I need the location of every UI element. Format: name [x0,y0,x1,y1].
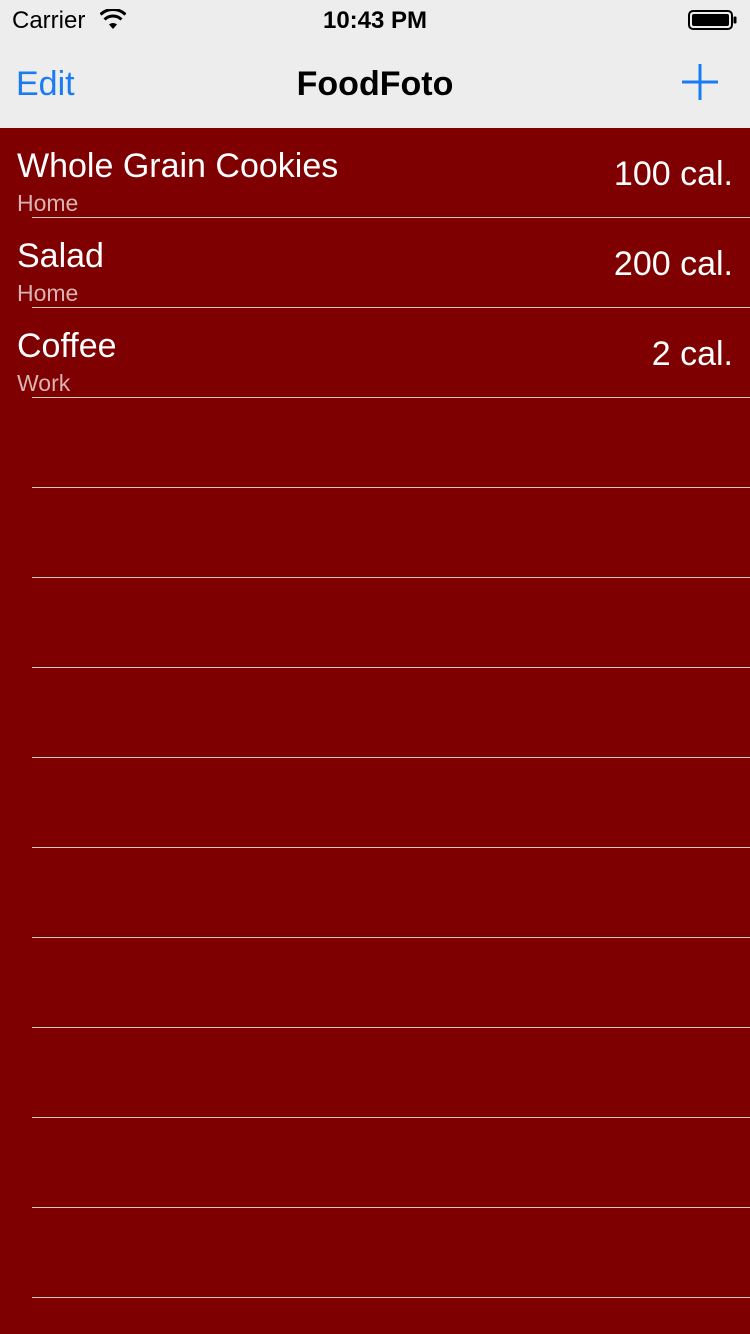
navigation-bar: Edit FoodFoto [0,40,750,128]
food-calories: 200 cal. [613,245,733,283]
plus-icon[interactable] [680,62,720,102]
food-calories: 100 cal. [613,155,733,193]
status-time: 10:43 PM [322,7,428,34]
screen: Carrier 10:43 PM Edit FoodFoto Whole Gra… [0,0,750,1334]
table-row[interactable]: Coffee Work 2 cal. [0,308,750,398]
empty-table-row [0,758,750,848]
table-row[interactable]: Whole Grain Cookies Home 100 cal. [0,128,750,218]
food-name: Whole Grain Cookies [17,147,339,185]
empty-table-row [0,1028,750,1118]
empty-table-row [0,398,750,488]
empty-table-row [0,488,750,578]
empty-table-row [0,1208,750,1298]
food-calories: 2 cal. [651,335,733,373]
empty-table-row [0,1298,750,1334]
empty-table-row [0,1118,750,1208]
empty-table-row [0,848,750,938]
page-title: FoodFoto [296,65,454,103]
status-bar: Carrier 10:43 PM [0,0,750,40]
food-location: Home [17,280,79,306]
empty-table-row [0,578,750,668]
food-location: Home [17,190,79,216]
food-name: Salad [17,237,104,275]
empty-table-row [0,938,750,1028]
food-location: Work [17,370,71,396]
battery-icon [688,10,737,30]
table-row[interactable]: Salad Home 200 cal. [0,218,750,308]
food-table: Whole Grain Cookies Home 100 cal. Salad Home… [0,128,750,1334]
empty-table-row [0,668,750,758]
food-name: Coffee [17,327,117,365]
